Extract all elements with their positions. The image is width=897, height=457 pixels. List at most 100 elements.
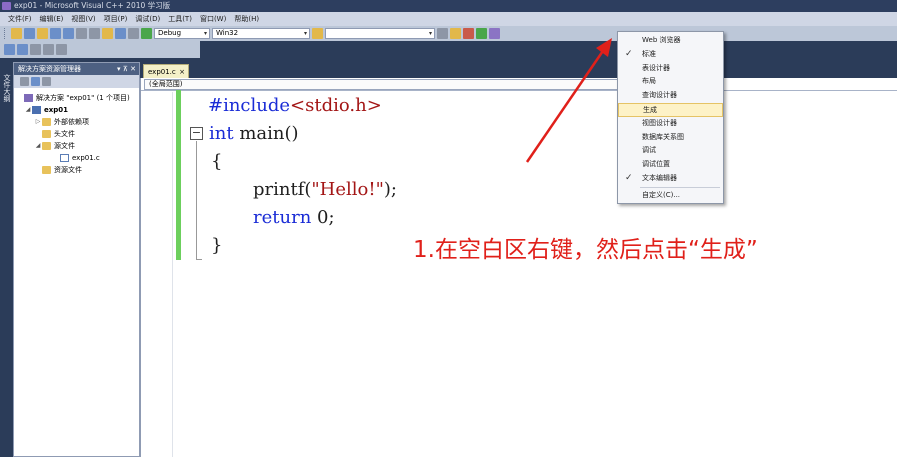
menu-item-standard[interactable]: ✓ 标准 xyxy=(618,48,723,62)
toolbar-grip[interactable] xyxy=(4,28,7,39)
c-file-icon xyxy=(60,154,69,162)
find-combo[interactable]: ▾ xyxy=(325,28,435,39)
code-editor[interactable]: (全局范围) − #include<stdio.h> int main() { … xyxy=(140,78,897,457)
menu-item-text-editor[interactable]: ✓ 文本编辑器 xyxy=(618,172,723,186)
menu-tools[interactable]: 工具(T) xyxy=(164,14,196,24)
collapse-arrow-icon[interactable]: ▷ xyxy=(34,116,42,128)
folder-icon xyxy=(42,130,51,138)
text-editor-toolbar xyxy=(0,41,200,58)
code-line-4: printf("Hello!"); xyxy=(253,179,397,200)
solution-explorer-title: 解决方案资源管理器 xyxy=(18,65,81,73)
menu-help[interactable]: 帮助(H) xyxy=(230,14,263,24)
menu-item-build[interactable]: 生成 xyxy=(618,102,723,117)
code-line-3: { xyxy=(211,151,223,172)
panel-controls[interactable]: ▾ ⊼ ✕ xyxy=(117,63,136,75)
menu-view[interactable]: 视图(V) xyxy=(67,14,99,24)
change-tracking-bar xyxy=(176,90,181,260)
class-view-strip[interactable]: 文件大纲 xyxy=(0,62,12,457)
close-tab-icon[interactable]: × xyxy=(179,65,185,79)
menu-item-web-browser[interactable]: Web 浏览器 xyxy=(618,34,723,48)
cut-icon[interactable] xyxy=(76,28,87,39)
menu-debug[interactable]: 调试(D) xyxy=(131,14,164,24)
tree-item-solution[interactable]: 解决方案 "exp01" (1 个项目) xyxy=(14,92,139,104)
open-file-icon[interactable] xyxy=(37,28,48,39)
solution-explorer-panel: 解决方案资源管理器 ▾ ⊼ ✕ 解决方案 "exp01" (1 个项目) ◢ e… xyxy=(13,62,140,457)
menu-item-database-diagram[interactable]: 数据库关系图 xyxy=(618,131,723,145)
menu-file[interactable]: 文件(F) xyxy=(4,14,36,24)
folder-icon xyxy=(42,118,51,126)
code-line-2: int main() xyxy=(209,123,299,144)
menu-window[interactable]: 窗口(W) xyxy=(196,14,230,24)
quick-info-icon[interactable] xyxy=(4,44,15,55)
checkmark-icon: ✓ xyxy=(625,48,633,59)
save-all-icon[interactable] xyxy=(63,28,74,39)
side-strip-label: 文件大纲 xyxy=(3,74,11,102)
paste-icon[interactable] xyxy=(102,28,113,39)
tree-item-project[interactable]: ◢ exp01 xyxy=(14,104,139,116)
menu-item-layout[interactable]: 布局 xyxy=(618,75,723,89)
menu-item-debug[interactable]: 调试 xyxy=(618,144,723,158)
menu-item-query-designer[interactable]: 查询设计器 xyxy=(618,89,723,103)
solution-icon xyxy=(24,94,33,102)
tree-item-resource-files[interactable]: 资源文件 xyxy=(14,164,139,176)
menu-edit[interactable]: 编辑(E) xyxy=(36,14,68,24)
menu-bar: 文件(F) 编辑(E) 视图(V) 项目(P) 调试(D) 工具(T) 窗口(W… xyxy=(0,12,897,26)
find-icon[interactable] xyxy=(437,28,448,39)
comment-icon[interactable] xyxy=(43,44,54,55)
project-icon xyxy=(32,106,41,114)
menu-item-debug-location[interactable]: 调试位置 xyxy=(618,158,723,172)
standard-toolbar: Debug ▾ Win32 ▾ ▾ xyxy=(0,26,897,41)
undo-icon[interactable] xyxy=(115,28,126,39)
scope-select[interactable]: (全局范围) xyxy=(144,79,624,90)
outline-line xyxy=(196,141,197,259)
tree-item-external-deps[interactable]: ▷ 外部依赖项 xyxy=(14,116,139,128)
solution-platform-select[interactable]: Win32 ▾ xyxy=(212,28,310,39)
copy-icon[interactable] xyxy=(89,28,100,39)
refresh-icon[interactable] xyxy=(42,77,51,86)
expand-arrow-icon[interactable]: ◢ xyxy=(34,140,42,152)
code-line-6: } xyxy=(211,235,223,256)
folder-icon xyxy=(42,166,51,174)
menu-project[interactable]: 项目(P) xyxy=(100,14,132,24)
menu-separator xyxy=(640,186,720,188)
properties-icon[interactable] xyxy=(20,77,29,86)
code-line-5: return 0; xyxy=(253,207,335,228)
start-page-icon[interactable] xyxy=(489,28,500,39)
title-bar: exp01 - Microsoft Visual C++ 2010 学习版 xyxy=(0,0,897,12)
toolbox-icon[interactable] xyxy=(476,28,487,39)
navigation-bar: (全局范围) xyxy=(141,78,897,91)
new-project-icon[interactable] xyxy=(11,28,22,39)
solution-explorer-header: 解决方案资源管理器 ▾ ⊼ ✕ xyxy=(14,63,139,75)
parameter-info-icon[interactable] xyxy=(17,44,28,55)
document-tab-strip: exp01.c × xyxy=(140,62,897,78)
redo-icon[interactable] xyxy=(128,28,139,39)
solution-explorer-icon[interactable] xyxy=(450,28,461,39)
show-all-files-icon[interactable] xyxy=(31,77,40,86)
collapse-toggle-icon[interactable]: − xyxy=(190,127,203,140)
menu-item-view-designer[interactable]: 视图设计器 xyxy=(618,117,723,131)
properties-icon[interactable] xyxy=(463,28,474,39)
menu-item-table-designer[interactable]: 表设计器 xyxy=(618,62,723,76)
tree-item-source-files[interactable]: ◢ 源文件 xyxy=(14,140,139,152)
save-icon[interactable] xyxy=(50,28,61,39)
code-line-1: #include<stdio.h> xyxy=(208,95,382,116)
start-debugging-icon[interactable] xyxy=(141,28,152,39)
word-complete-icon[interactable] xyxy=(30,44,41,55)
find-in-files-icon[interactable] xyxy=(312,28,323,39)
add-item-icon[interactable] xyxy=(24,28,35,39)
visual-studio-icon xyxy=(2,2,11,10)
tree-item-exp01-c[interactable]: exp01.c xyxy=(14,152,139,164)
outline-line-end xyxy=(196,259,202,260)
solution-config-select[interactable]: Debug ▾ xyxy=(154,28,210,39)
folder-icon xyxy=(42,142,51,150)
solution-explorer-toolbar xyxy=(14,75,139,88)
checkmark-icon: ✓ xyxy=(625,172,633,183)
menu-item-customize[interactable]: 自定义(C)... xyxy=(618,189,723,203)
tree-item-header-files[interactable]: 头文件 xyxy=(14,128,139,140)
expand-arrow-icon[interactable]: ◢ xyxy=(24,104,32,116)
uncomment-icon[interactable] xyxy=(56,44,67,55)
indicator-margin[interactable] xyxy=(141,92,173,457)
solution-tree: 解决方案 "exp01" (1 个项目) ◢ exp01 ▷ 外部依赖项 头文件… xyxy=(14,88,139,176)
tab-exp01-c[interactable]: exp01.c × xyxy=(143,64,189,78)
instruction-annotation: 1.在空白区右键，然后点击“生成” xyxy=(413,237,758,263)
